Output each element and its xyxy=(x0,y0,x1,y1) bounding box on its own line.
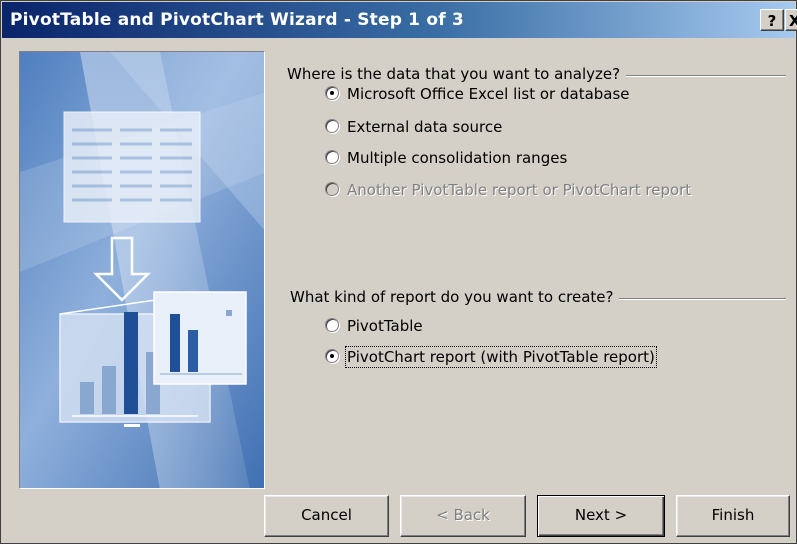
radio-external-source-button[interactable] xyxy=(325,119,339,133)
cancel-button[interactable]: Cancel xyxy=(264,495,389,537)
radio-external-source-label: External data source xyxy=(347,118,503,136)
radio-pivottable-label: PivotTable xyxy=(347,317,423,335)
back-button[interactable]: < Back xyxy=(400,495,526,537)
title-bar[interactable]: PivotTable and PivotChart Wizard - Step … xyxy=(2,2,797,38)
finish-button[interactable]: Finish xyxy=(676,495,790,537)
radio-consolidation-ranges-label: Multiple consolidation ranges xyxy=(347,149,568,167)
help-button[interactable]: ? xyxy=(760,9,784,31)
radio-consolidation-ranges-button[interactable] xyxy=(325,150,339,164)
wizard-illustration xyxy=(19,51,265,489)
radio-pivottable[interactable]: PivotTable xyxy=(325,315,423,337)
radio-pivotchart[interactable]: PivotChart report (with PivotTable repor… xyxy=(325,346,657,368)
radio-excel-list-button[interactable] xyxy=(325,86,339,100)
radio-excel-list-label: Microsoft Office Excel list or database xyxy=(347,85,630,103)
report-kind-group-label: What kind of report do you want to creat… xyxy=(290,288,620,306)
radio-another-report: Another PivotTable report or PivotChart … xyxy=(325,179,691,201)
radio-another-report-button xyxy=(325,182,339,196)
radio-pivotchart-button[interactable] xyxy=(325,349,339,363)
radio-external-source[interactable]: External data source xyxy=(325,116,502,138)
radio-another-report-label: Another PivotTable report or PivotChart … xyxy=(347,181,692,199)
wizard-dialog: PivotTable and PivotChart Wizard - Step … xyxy=(0,0,797,544)
radio-excel-list[interactable]: Microsoft Office Excel list or database xyxy=(325,83,630,105)
table-graphic-icon xyxy=(63,111,201,223)
data-source-group-label: Where is the data that you want to analy… xyxy=(287,65,627,83)
pivot-chart-illustration xyxy=(20,52,264,488)
mini-chart-panel-icon xyxy=(153,291,247,385)
radio-pivotchart-label: PivotChart report (with PivotTable repor… xyxy=(345,346,657,368)
radio-pivottable-button[interactable] xyxy=(325,318,339,332)
window-title: PivotTable and PivotChart Wizard - Step … xyxy=(10,10,464,30)
radio-consolidation-ranges[interactable]: Multiple consolidation ranges xyxy=(325,147,567,169)
close-button[interactable]: X xyxy=(785,9,797,31)
next-button[interactable]: Next > xyxy=(537,495,665,537)
